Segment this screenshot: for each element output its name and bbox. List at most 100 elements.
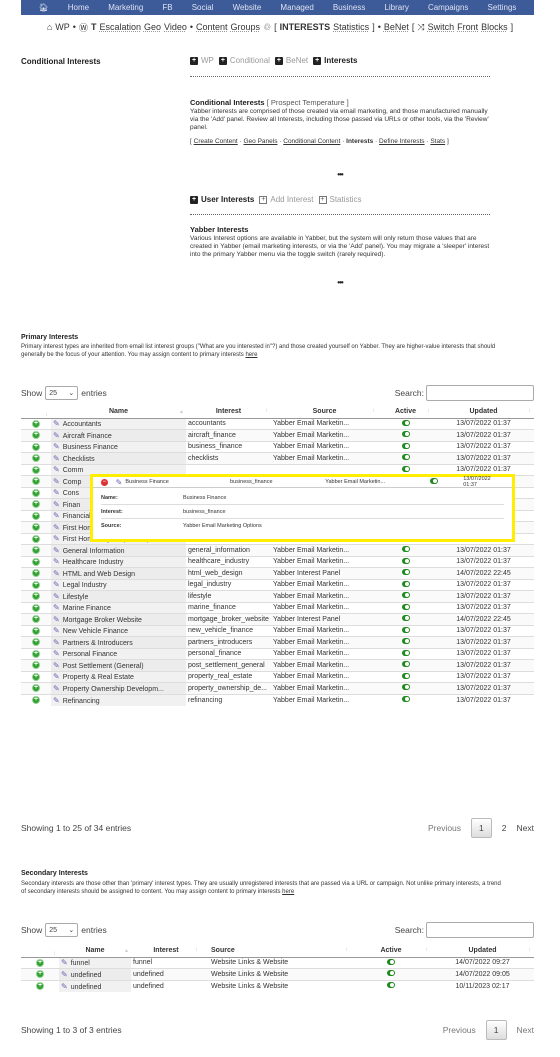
edit-icon[interactable]: ✎ (53, 672, 60, 681)
subnav-video[interactable]: Video (164, 22, 187, 32)
shuffle-icon[interactable]: ⤨ (417, 22, 424, 33)
expand-icon[interactable]: + (32, 615, 40, 624)
edit-icon[interactable]: ✎ (53, 649, 60, 658)
subnav-groups[interactable]: Groups (231, 22, 261, 32)
edit-icon[interactable]: ✎ (53, 546, 60, 555)
previous-button[interactable]: Previous (428, 823, 461, 833)
active-cell[interactable] (378, 544, 433, 556)
expand-icon[interactable]: + (32, 488, 40, 497)
col-name[interactable]: Name ▴ (51, 406, 186, 419)
edit-icon[interactable]: ✎ (53, 684, 60, 693)
table-row[interactable]: + ✎ undefined undefined Website Links & Webs… (21, 979, 534, 992)
expand-icon[interactable]: + (32, 557, 40, 566)
edit-icon[interactable]: ✎ (53, 442, 60, 451)
link-interests[interactable]: Interests (346, 138, 373, 145)
edit-icon[interactable]: ✎ (53, 557, 60, 566)
edit-icon[interactable]: ✎ (53, 511, 60, 520)
recycle-icon[interactable]: ♲ (263, 22, 271, 33)
edit-icon[interactable]: ✎ (61, 982, 68, 991)
active-cell[interactable] (378, 452, 433, 464)
table-row[interactable]: + ✎ Business Finance business_finance Yabber… (21, 440, 534, 453)
expand-icon[interactable]: + (32, 500, 40, 509)
nav-campaigns[interactable]: Campaigns (428, 3, 468, 12)
table-row[interactable]: + ✎ Legal Industry legal_industry Yabber Ema… (21, 578, 534, 591)
tab-interests[interactable]: + Interests (313, 56, 358, 65)
edit-icon[interactable]: ✎ (53, 580, 60, 589)
edit-icon[interactable]: ✎ (53, 615, 60, 624)
table-row[interactable]: + ✎ undefined undefined Website Links & Webs… (21, 968, 534, 980)
subnav-escalation[interactable]: Escalation (99, 22, 141, 32)
col-name[interactable]: Name ▴ (59, 945, 131, 958)
expand-icon[interactable]: + (32, 431, 40, 440)
edit-icon[interactable]: ✎ (53, 465, 60, 474)
tab-conditional[interactable]: + Conditional (218, 56, 270, 65)
edit-icon[interactable]: ✎ (61, 970, 68, 979)
next-button[interactable]: Next (517, 1025, 534, 1035)
col-active[interactable]: Active ↕ (351, 945, 431, 958)
active-cell[interactable] (378, 624, 433, 637)
nav-managed[interactable]: Managed (280, 3, 313, 12)
subnav-blocks[interactable]: Blocks (481, 22, 508, 32)
table-row[interactable]: + ✎ Lifestyle lifestyle Yabber Email Marketi… (21, 590, 534, 602)
active-cell[interactable] (378, 682, 433, 694)
next-button[interactable]: Next (517, 823, 534, 833)
active-cell[interactable] (378, 440, 433, 453)
home-icon[interactable]: ⌂ (47, 22, 52, 32)
col-active[interactable]: Active ↕ (378, 406, 433, 419)
nav-library[interactable]: Library (384, 3, 408, 12)
table-row[interactable]: + ✎ Partners & Introducers partners_introdu… (21, 636, 534, 648)
active-cell[interactable] (378, 636, 433, 648)
active-cell[interactable] (378, 555, 433, 568)
active-cell[interactable] (378, 670, 433, 683)
expand-icon[interactable]: + (32, 580, 40, 589)
table-row[interactable]: + ✎ Post Settlement (General) post_settleme… (21, 659, 534, 671)
nav-fb[interactable]: FB (162, 3, 172, 12)
active-cell[interactable] (378, 567, 433, 579)
tab-wp[interactable]: + WP (190, 56, 214, 65)
edit-icon[interactable]: ✎ (53, 592, 60, 601)
table-row[interactable]: + ✎ Personal Finance personal_finance Yabber… (21, 647, 534, 660)
expand-icon[interactable]: + (32, 454, 40, 463)
nav-business[interactable]: Business (333, 3, 365, 12)
subnav-wp[interactable]: WP (55, 22, 70, 32)
edit-icon[interactable]: ✎ (53, 500, 60, 509)
table-row[interactable]: + ✎ Marine Finance marine_finance Yabber Ema… (21, 601, 534, 614)
tab-user-interests[interactable]: + User Interests (190, 195, 254, 204)
table-row[interactable]: + ✎ Property & Real Estate property_real_es… (21, 670, 534, 683)
expand-icon[interactable]: + (32, 638, 40, 647)
expand-icon[interactable]: + (32, 419, 40, 428)
tab-statistics[interactable]: + Statistics (318, 195, 362, 204)
col-source[interactable]: Source ↕ (201, 945, 351, 958)
subnav-front[interactable]: Front (457, 22, 478, 32)
table-row[interactable]: + ✎ New Vehicle Finance new_vehicle_finance… (21, 624, 534, 637)
edit-icon[interactable]: ✎ (53, 661, 60, 670)
nav-marketing[interactable]: Marketing (108, 3, 143, 12)
subnav-benet[interactable]: BeNet (384, 22, 409, 32)
expand-icon[interactable]: + (32, 523, 40, 532)
nav-home[interactable]: Home (68, 3, 89, 12)
popup-active[interactable] (429, 478, 463, 486)
home-icon[interactable]: 🏠︎ (39, 3, 49, 12)
nav-website[interactable]: Website (233, 3, 262, 12)
nav-social[interactable]: Social (192, 3, 214, 12)
expand-icon[interactable]: + (32, 465, 40, 474)
subnav-statistics[interactable]: Statistics (333, 22, 369, 32)
active-cell[interactable] (378, 613, 433, 625)
subnav-interests[interactable]: INTERESTS (280, 22, 331, 32)
page-1-button[interactable]: 1 (485, 1020, 507, 1040)
edit-icon[interactable]: ✎ (53, 431, 60, 440)
col-interest[interactable]: Interest ↕ (186, 406, 271, 419)
link-conditional-content[interactable]: Conditional Content (283, 138, 340, 145)
col-interest[interactable]: Interest ↕ (131, 945, 201, 958)
edit-icon[interactable]: ✎ (53, 523, 60, 532)
tab-add-interest[interactable]: + Add Interest (259, 195, 314, 204)
link-stats[interactable]: Stats (430, 138, 445, 145)
subnav-content[interactable]: Content (196, 22, 228, 32)
link-create-content[interactable]: Create Content (194, 138, 238, 145)
expand-icon[interactable]: + (32, 569, 40, 578)
search-input[interactable] (426, 385, 534, 401)
table-row[interactable]: + ✎ Mortgage Broker Website mortgage_broker… (21, 613, 534, 625)
table-row[interactable]: + ✎ Refinancing refinancing Yabber Email Mar… (21, 693, 534, 706)
expand-icon[interactable]: + (32, 592, 40, 601)
filter-icon[interactable]: T (91, 22, 97, 32)
